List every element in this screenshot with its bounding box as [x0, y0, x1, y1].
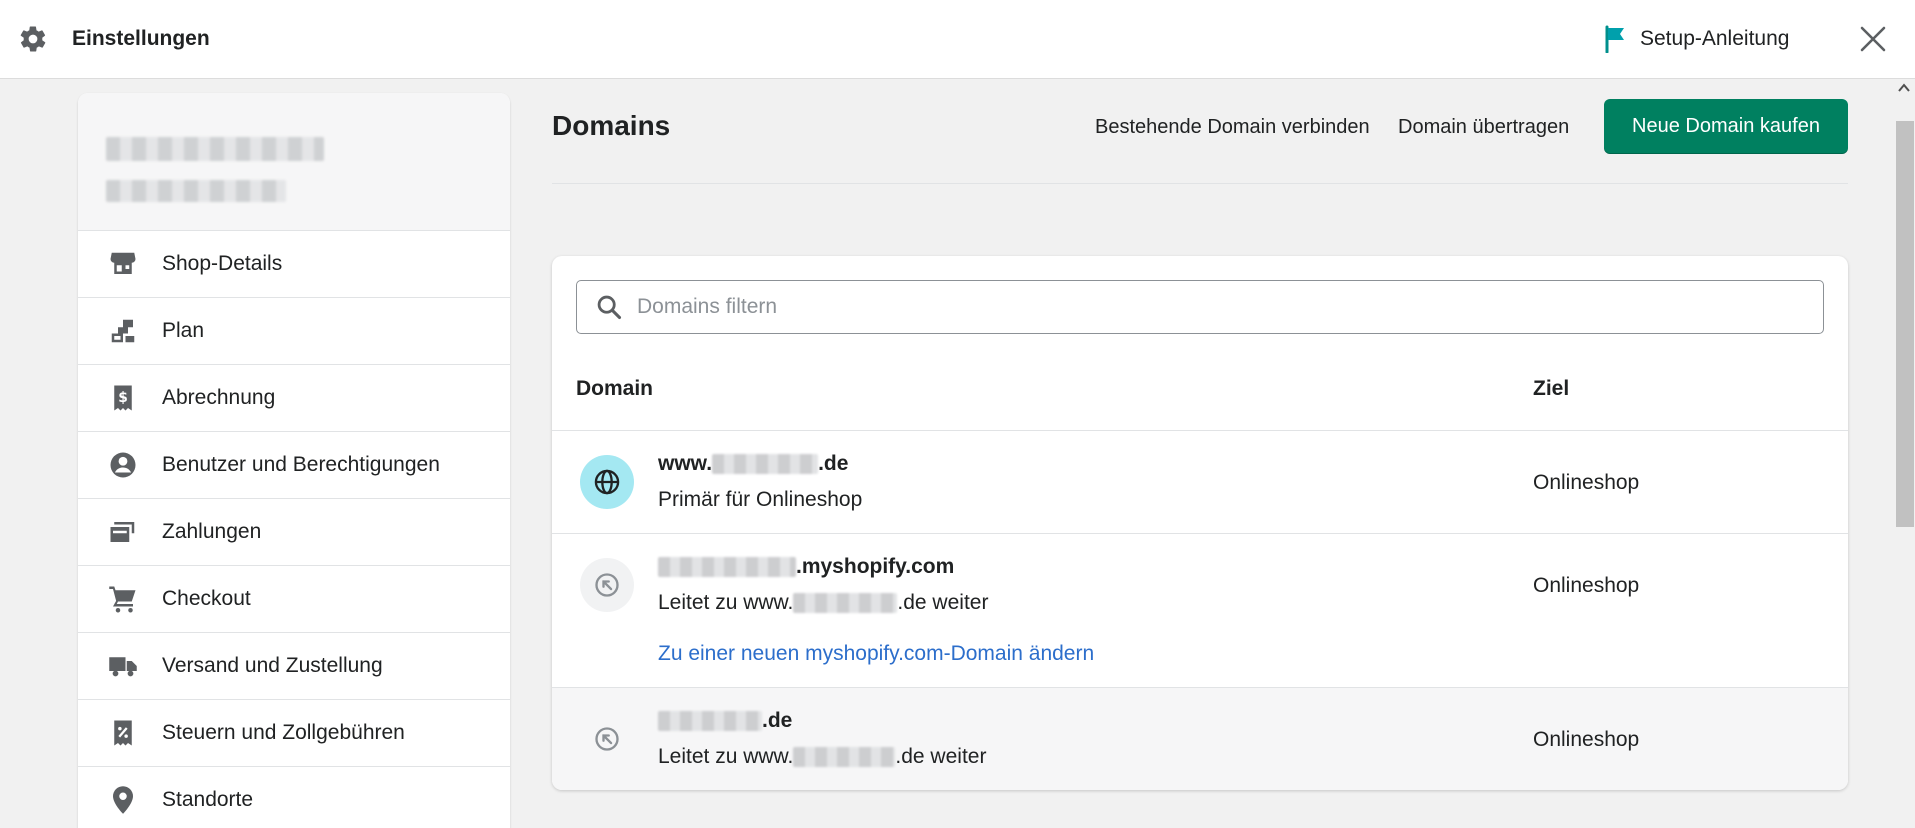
user-icon [108, 450, 138, 480]
tax-icon [108, 718, 138, 748]
setup-guide-button[interactable]: Setup-Anleitung [1604, 25, 1789, 53]
domain-subtitle: Leitet zu www. .de weiter [658, 591, 989, 614]
store-info[interactable] [78, 93, 510, 231]
search-icon [595, 292, 625, 322]
scrollbar-thumb[interactable] [1896, 121, 1914, 527]
domain-avatar [580, 455, 634, 509]
column-header-target: Ziel [1533, 377, 1570, 400]
payments-icon [108, 517, 138, 547]
domain-subtitle: Primär für Onlineshop [658, 488, 863, 511]
connect-domain-button[interactable]: Bestehende Domain verbinden [1095, 116, 1370, 139]
domain-subtitle: Leitet zu www. .de weiter [658, 745, 987, 768]
redacted-text [793, 593, 898, 614]
domain-target: Onlineshop [1533, 728, 1640, 751]
sidebar-item-shipping[interactable]: Versand und Zustellung [78, 633, 510, 700]
sidebar-item-checkout[interactable]: Checkout [78, 566, 510, 633]
page-title: Einstellungen [72, 27, 210, 50]
change-myshopify-domain-link[interactable]: Zu einer neuen myshopify.com-Domain ände… [658, 642, 1094, 666]
section-title: Domains [552, 110, 671, 141]
domain-name[interactable]: .myshopify.com [658, 555, 954, 579]
table-row[interactable]: .myshopify.com Leitet zu www. .de weiter … [552, 534, 1848, 688]
sidebar-item-users[interactable]: Benutzer und Berechtigungen [78, 432, 510, 499]
column-header-domain: Domain [576, 377, 654, 400]
redacted-text [658, 557, 796, 578]
billing-icon: $ [108, 383, 138, 413]
buy-domain-button[interactable]: Neue Domain kaufen [1604, 99, 1848, 154]
plan-icon [108, 316, 138, 346]
close-icon[interactable] [1858, 24, 1888, 54]
domain-filter[interactable] [576, 280, 1824, 334]
top-bar: Einstellungen Setup-Anleitung [0, 0, 1915, 79]
cart-icon [108, 584, 138, 614]
scrollbar[interactable] [1893, 79, 1915, 828]
scroll-up-arrow-icon[interactable] [1898, 83, 1910, 93]
domain-avatar [580, 558, 634, 612]
redirect-icon [595, 573, 619, 597]
table-row[interactable]: .de Leitet zu www. .de weiter Onlineshop [552, 688, 1848, 790]
sidebar-item-shop-details[interactable]: Shop-Details [78, 231, 510, 298]
location-icon [108, 785, 138, 815]
store-url-redacted [106, 180, 286, 202]
domain-name[interactable]: www. .de [658, 452, 848, 476]
truck-icon [108, 651, 138, 681]
domain-avatar [580, 712, 634, 766]
sidebar-item-billing[interactable]: $ Abrechnung [78, 365, 510, 432]
redacted-text [712, 454, 819, 475]
store-icon [108, 249, 138, 279]
sidebar-item-locations[interactable]: Standorte [78, 767, 510, 828]
redacted-text [658, 711, 762, 732]
store-name-redacted [106, 137, 324, 161]
sidebar-item-payments[interactable]: Zahlungen [78, 499, 510, 566]
sidebar-item-plan[interactable]: Plan [78, 298, 510, 365]
svg-text:$: $ [118, 390, 128, 406]
settings-sidebar: Shop-Details Plan $ Abrechnung Benutzer … [78, 93, 510, 828]
setup-guide-label: Setup-Anleitung [1640, 27, 1790, 50]
search-input[interactable] [637, 295, 1823, 319]
domains-card: Domain Ziel www..de Primär für Onlinesho… [552, 256, 1848, 790]
gear-icon [20, 26, 46, 52]
domain-target: Onlineshop [1533, 574, 1640, 597]
redirect-icon [595, 727, 619, 751]
globe-icon [594, 469, 620, 495]
domain-target: Onlineshop [1533, 471, 1640, 494]
domains-header: Domains Bestehende Domain verbinden Doma… [552, 98, 1848, 184]
redacted-text [793, 747, 896, 768]
domain-name[interactable]: .de [658, 709, 792, 733]
sidebar-item-taxes[interactable]: Steuern und Zollgebühren [78, 700, 510, 767]
transfer-domain-button[interactable]: Domain übertragen [1398, 116, 1569, 139]
flag-icon [1605, 25, 1624, 53]
table-row[interactable]: www. .de Primär für Onlineshop Onlineshop [552, 431, 1848, 534]
